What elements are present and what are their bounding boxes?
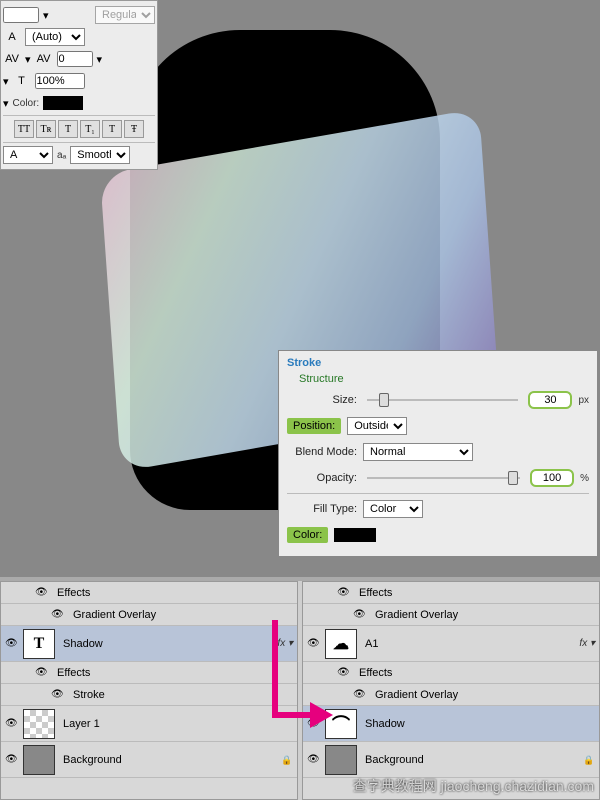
layer-effects-row[interactable]: Effects [303,662,599,684]
visibility-icon[interactable] [35,586,49,600]
layer-row[interactable]: ⌒Shadow [303,706,599,742]
underline-button[interactable]: T [102,120,122,138]
blend-mode-label: Blend Mode: [287,446,357,458]
superscript-button[interactable]: T [58,120,78,138]
layer-effect-item[interactable]: Gradient Overlay [1,604,297,626]
layer-effect-item[interactable]: Gradient Overlay [303,604,599,626]
character-panel: ▾ Regular A (Auto) AV ▾ AV ▾ ▾ T ▾ Color… [0,0,158,170]
panel-divider [3,142,155,143]
visibility-icon[interactable] [337,666,351,680]
layer-effects-row[interactable]: Effects [1,582,297,604]
dropdown-icon[interactable]: ▾ [97,53,103,66]
position-label: Position: [287,418,341,434]
language-select[interactable]: A [3,146,53,164]
visibility-icon[interactable] [35,666,49,680]
layer-name-label[interactable]: Layer 1 [59,718,293,730]
opacity-value[interactable]: 100 [530,469,574,487]
visibility-icon[interactable] [353,608,367,622]
layer-effect-item[interactable]: Stroke [1,684,297,706]
layers-panel-left: EffectsGradient OverlayTShadowfx ▾Effect… [0,581,298,800]
subscript-button[interactable]: T₁ [80,120,100,138]
layer-row[interactable]: TShadowfx ▾ [1,626,297,662]
opacity-slider[interactable] [367,477,520,479]
stroke-title: Stroke [287,357,589,369]
dropdown-icon[interactable]: ▾ [25,53,31,66]
color-label: Color: [13,98,40,109]
opacity-unit: % [580,473,589,484]
layer-name-label[interactable]: Shadow [361,718,595,730]
position-select[interactable]: Outside [347,417,407,435]
size-slider[interactable] [367,399,518,401]
layer-effect-item[interactable]: Gradient Overlay [303,684,599,706]
font-style-select[interactable]: Regular [95,6,155,24]
layer-thumb-text: T [23,629,55,659]
layer-name-label[interactable]: Background [361,754,579,766]
leading-select[interactable]: (Auto) [25,28,85,46]
layer-row[interactable]: Background [1,742,297,778]
layer-name-label[interactable]: Background [59,754,277,766]
layer-effects-row[interactable]: Effects [1,662,297,684]
stroke-color-swatch[interactable] [334,528,376,542]
dropdown-icon[interactable]: ▾ [43,9,49,22]
layer-row[interactable]: ☁A1fx ▾ [303,626,599,662]
panel-divider [287,493,589,494]
caps-button[interactable]: TT [14,120,34,138]
visibility-icon[interactable] [5,717,19,731]
kerning-icon: AV [3,50,21,68]
aa-label: aₐ [57,150,66,161]
visibility-icon[interactable] [5,753,19,767]
smallcaps-button[interactable]: Tʀ [36,120,56,138]
font-size-input[interactable] [3,7,39,23]
strikethrough-button[interactable]: Ŧ [124,120,144,138]
visibility-icon[interactable] [353,688,367,702]
size-unit: px [578,395,589,406]
scale-icon: T [13,72,31,90]
visibility-icon[interactable] [51,608,65,622]
layer-thumb-transparent [23,709,55,739]
leading-icon: A [3,28,21,46]
fill-type-select[interactable]: Color [363,500,423,518]
dropdown-icon[interactable]: ▾ [3,75,9,88]
text-color-swatch[interactable] [43,96,83,110]
layers-panel-right: EffectsGradient Overlay☁A1fx ▾EffectsGra… [302,581,600,800]
layer-effects-row[interactable]: Effects [303,582,599,604]
antialias-select[interactable]: Smooth [70,146,130,164]
fx-badge[interactable]: fx ▾ [579,638,595,649]
visibility-icon[interactable] [51,688,65,702]
watermark-text: 查字典教程网 jiaocheng.chazidian.com [353,776,594,796]
tracking-icon: AV [35,50,53,68]
lock-icon [583,754,595,766]
fill-type-label: Fill Type: [287,503,357,515]
stroke-panel: Stroke Structure Size: 30 px Position: O… [278,350,598,557]
opacity-label: Opacity: [287,472,357,484]
visibility-icon[interactable] [5,637,19,651]
layer-thumb-background [23,745,55,775]
type-case-row: TT Tʀ T T₁ T Ŧ [3,118,155,140]
layer-name-label[interactable]: Shadow [59,638,273,650]
dropdown-icon[interactable]: ▾ [3,97,9,110]
stroke-color-label: Color: [287,527,328,543]
panel-divider [3,115,155,116]
scale-input[interactable] [35,73,85,89]
structure-label: Structure [299,373,589,385]
size-label: Size: [287,394,357,406]
blend-mode-select[interactable]: Normal [363,443,473,461]
visibility-icon[interactable] [337,586,351,600]
reorder-arrow [265,590,335,790]
layer-name-label[interactable]: A1 [361,638,575,650]
size-value[interactable]: 30 [528,391,572,409]
layer-row[interactable]: Background [303,742,599,778]
tracking-input[interactable] [57,51,93,67]
layer-row[interactable]: Layer 1 [1,706,297,742]
